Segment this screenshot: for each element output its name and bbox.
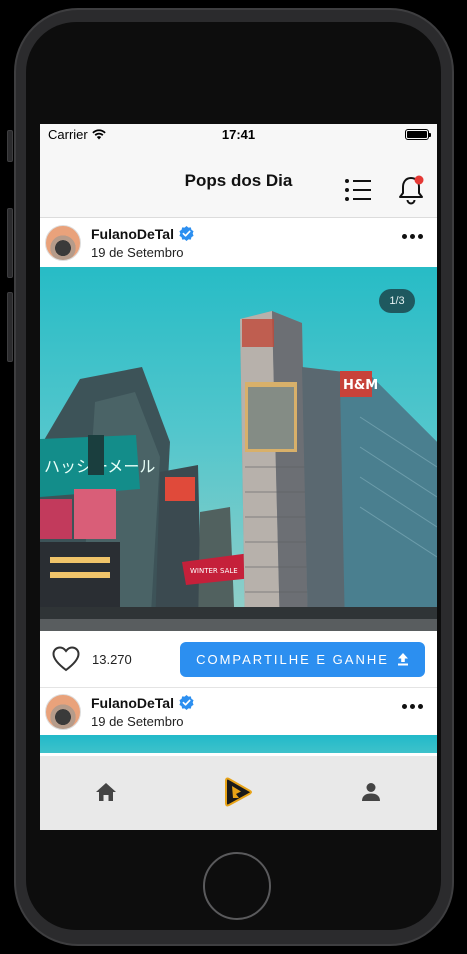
dot-icon (410, 234, 415, 239)
post-date: 19 de Setembro (91, 244, 184, 260)
username-label: FulanoDeTal (91, 694, 174, 711)
page-title: Pops dos Dia (184, 171, 293, 190)
post-actions: 13.270 COMPARTILHE E GANHE (40, 631, 437, 688)
home-hardware-button[interactable] (203, 852, 271, 920)
nav-play[interactable] (218, 772, 258, 812)
dot-icon (402, 234, 407, 239)
more-options-button[interactable] (402, 704, 423, 709)
list-icon (345, 179, 371, 201)
carrier-label: Carrier (48, 127, 88, 142)
post-username[interactable]: FulanoDeTal (91, 695, 194, 711)
notifications-button[interactable] (396, 175, 426, 205)
verified-badge-icon (179, 226, 194, 241)
bell-icon (399, 175, 424, 205)
username-label: FulanoDeTal (91, 225, 174, 242)
like-count: 13.270 (92, 651, 132, 667)
image-counter: 1/3 (379, 289, 415, 313)
post-date: 19 de Setembro (91, 713, 184, 729)
svg-text:WINTER SALE: WINTER SALE (190, 567, 238, 575)
dot-icon (410, 704, 415, 709)
person-icon (361, 783, 380, 801)
post-meta: FulanoDeTal 19 de Setembro (91, 695, 194, 729)
svg-text:H&M: H&M (343, 378, 378, 393)
carrier-info: Carrier (48, 127, 106, 142)
upload-icon (397, 653, 408, 666)
status-bar: Carrier 17:41 (40, 124, 437, 145)
nav-profile[interactable] (351, 772, 391, 812)
city-photo: ハッシーメール WINTER SALE (40, 311, 437, 631)
app-header: Pops dos Dia (40, 145, 437, 218)
post-header: FulanoDeTal 19 de Setembro (40, 688, 437, 735)
dot-icon (402, 704, 407, 709)
list-menu-button[interactable] (343, 175, 373, 205)
notification-dot (414, 175, 424, 185)
more-options-button[interactable] (402, 234, 423, 239)
verified-badge-icon (179, 695, 194, 710)
app-screen: Carrier 17:41 Pops dos Dia FulanoDeTal 1… (40, 124, 437, 830)
side-switch (7, 130, 13, 162)
post-meta: FulanoDeTal 19 de Setembro (91, 226, 194, 260)
volume-up-button (7, 208, 13, 278)
post-image[interactable] (40, 735, 437, 753)
nav-home[interactable] (86, 772, 126, 812)
play-logo-icon (225, 777, 253, 807)
home-icon (96, 783, 117, 801)
heart-icon[interactable] (52, 646, 80, 672)
battery-icon (405, 129, 431, 140)
post-header: FulanoDeTal 19 de Setembro (40, 218, 437, 267)
volume-down-button (7, 292, 13, 362)
dot-icon (418, 234, 423, 239)
bottom-nav (40, 756, 437, 830)
post-username[interactable]: FulanoDeTal (91, 226, 194, 242)
share-button-label: COMPARTILHE E GANHE (196, 651, 389, 667)
avatar[interactable] (45, 693, 81, 730)
avatar[interactable] (45, 224, 81, 261)
share-button[interactable]: COMPARTILHE E GANHE (180, 641, 425, 677)
post-image[interactable]: ハッシーメール WINTER SALE (40, 267, 437, 631)
dot-icon (418, 704, 423, 709)
wifi-icon (92, 129, 106, 140)
